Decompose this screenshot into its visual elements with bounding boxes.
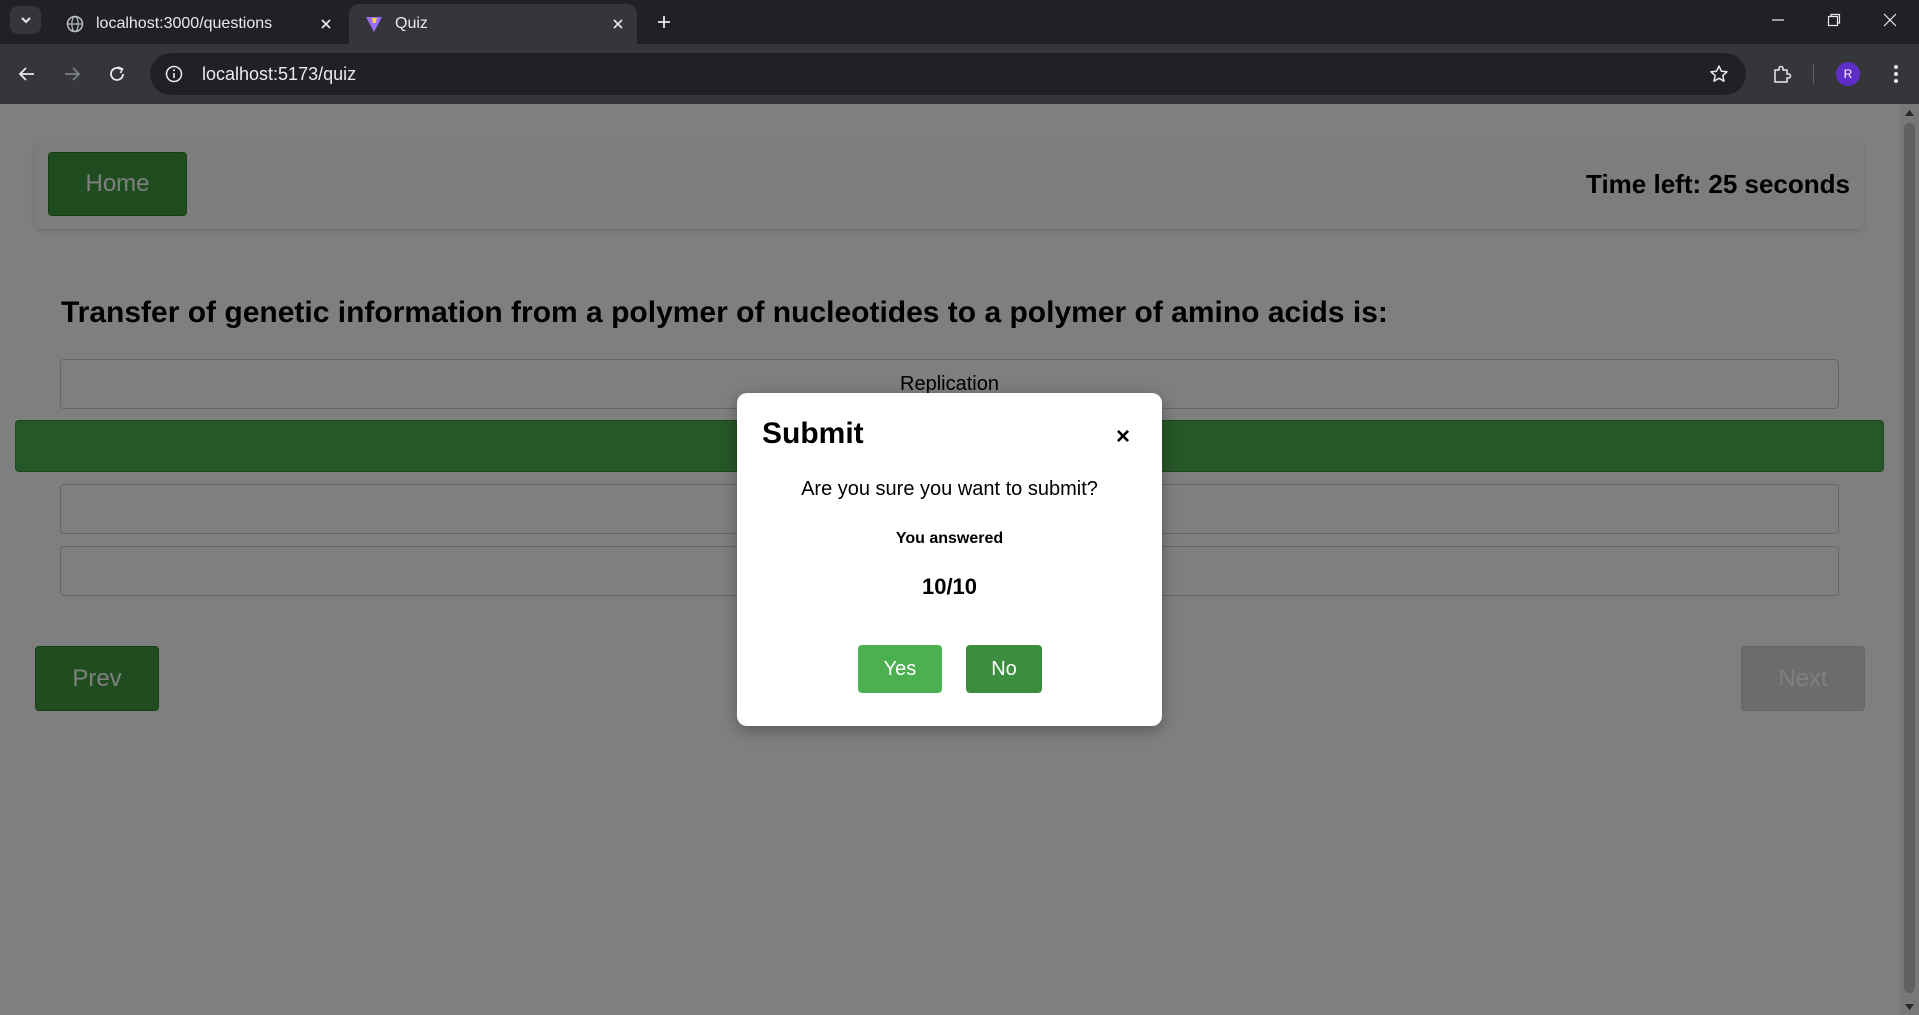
browser-menu-button[interactable] (1880, 58, 1912, 90)
scrollbar-overlay (1900, 104, 1919, 1015)
browser-toolbar: localhost:5173/quiz (0, 44, 1919, 104)
tab-title: localhost:3000/questions (96, 15, 273, 32)
extensions-button[interactable] (1766, 58, 1798, 90)
close-tab-icon[interactable] (605, 11, 631, 37)
chevron-down-icon (20, 17, 31, 24)
url-text[interactable]: localhost:5173/quiz (202, 64, 1704, 85)
profile-avatar[interactable]: R (1836, 62, 1860, 86)
confirm-message: Are you sure you want to submit? (801, 478, 1098, 500)
tab-title: Quiz (395, 15, 428, 32)
reload-button[interactable] (101, 58, 133, 90)
toolbar-separator (1813, 64, 1814, 84)
globe-icon (66, 15, 84, 33)
restore-icon (1827, 13, 1841, 27)
close-window-button[interactable] (1862, 0, 1918, 40)
close-dialog-icon[interactable]: × (1107, 421, 1139, 453)
browser-tab-quiz[interactable]: Quiz (349, 4, 637, 44)
puzzle-icon (1774, 65, 1792, 83)
reload-icon (110, 66, 124, 81)
page-viewport: Home Time left: 25 seconds Transfer of g… (0, 104, 1900, 1015)
close-tab-icon[interactable] (313, 11, 339, 37)
answered-count: 10/10 (921, 574, 978, 599)
browser-tab-questions[interactable]: localhost:3000/questions (50, 4, 345, 44)
address-bar[interactable]: localhost:5173/quiz (150, 53, 1746, 95)
arrow-right-icon (65, 67, 81, 81)
bookmark-star-icon[interactable] (1704, 59, 1734, 89)
yes-button[interactable]: Yes (858, 645, 942, 693)
arrow-left-icon (18, 67, 34, 81)
submit-dialog: Submit × Are you sure you want to submit… (737, 393, 1162, 726)
restore-button[interactable] (1806, 0, 1862, 40)
browser-tab-bar: localhost:3000/questions Quiz (0, 0, 1919, 44)
vite-logo-icon (365, 15, 383, 33)
answered-label: You answered (895, 530, 1004, 547)
minimize-icon (1772, 19, 1784, 21)
plus-icon (658, 16, 670, 28)
site-info-icon[interactable] (162, 62, 186, 86)
close-icon (1883, 13, 1897, 27)
dialog-title: Submit (762, 417, 864, 450)
tab-search-button[interactable] (10, 6, 41, 34)
new-tab-button[interactable] (650, 8, 678, 36)
back-button[interactable] (11, 58, 43, 90)
forward-button[interactable] (56, 58, 88, 90)
minimize-button[interactable] (1750, 0, 1806, 40)
no-button[interactable]: No (966, 645, 1042, 693)
kebab-menu-icon (1894, 65, 1898, 83)
